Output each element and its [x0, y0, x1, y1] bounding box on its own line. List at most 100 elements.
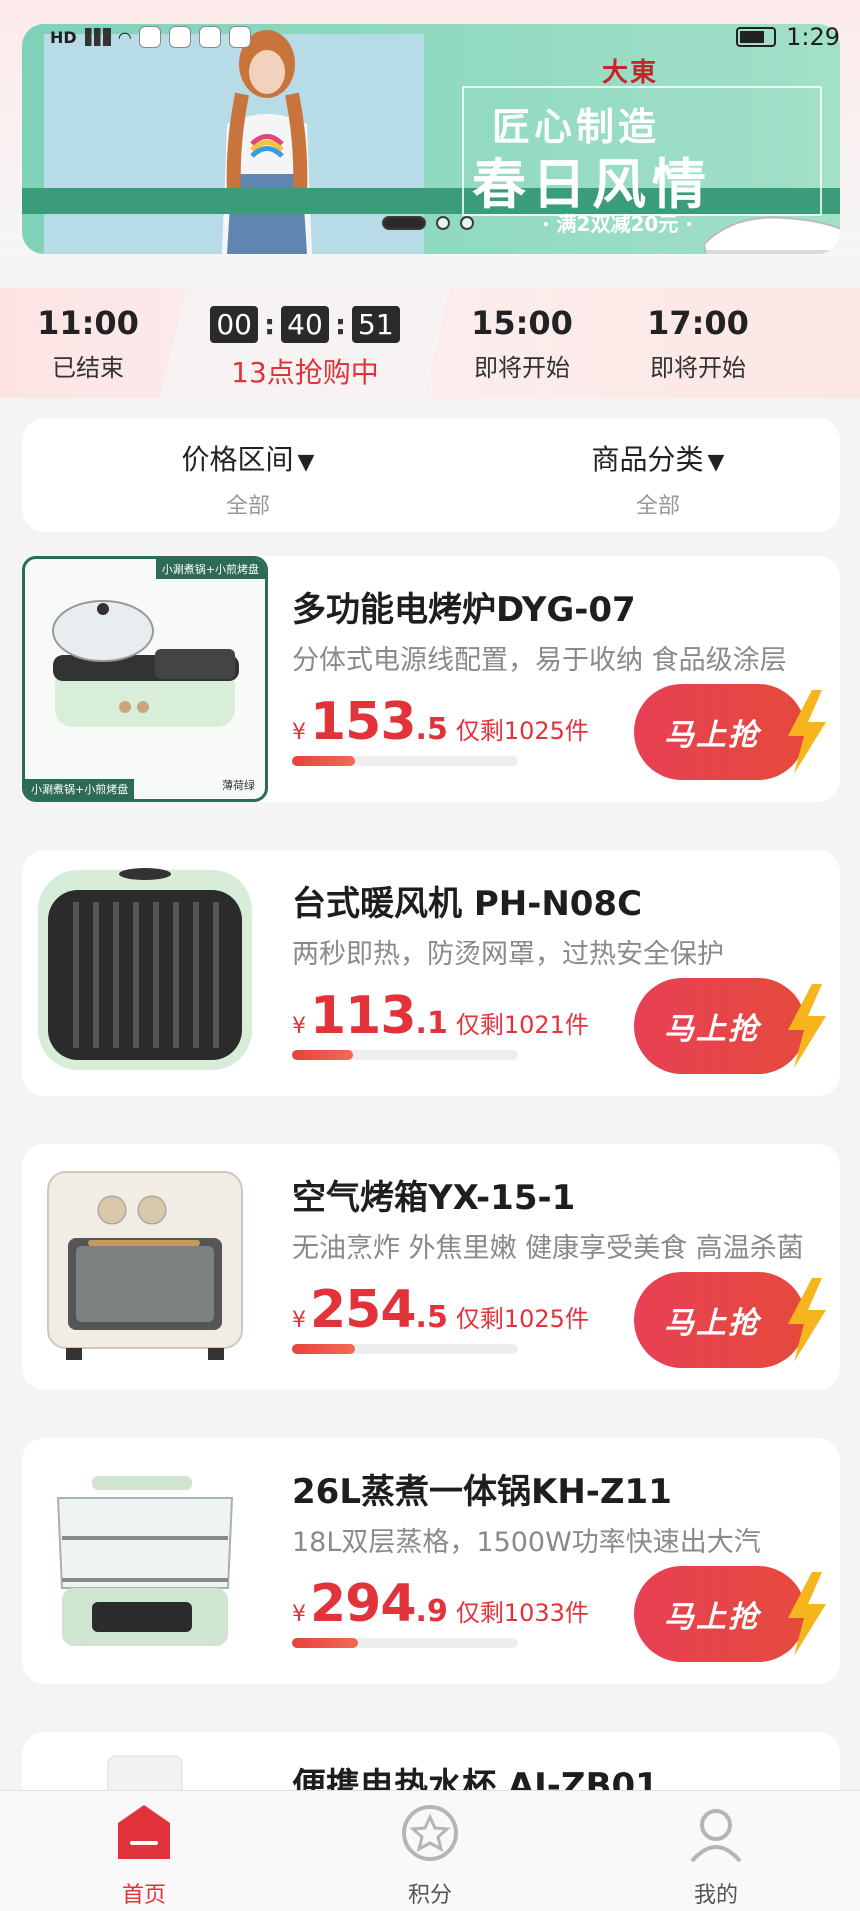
- price-currency: ¥: [292, 1308, 306, 1333]
- filter-value: 全部: [635, 494, 680, 519]
- user-icon: [690, 1809, 742, 1863]
- heater-image: [38, 868, 252, 1070]
- tab-me[interactable]: 我的: [646, 1803, 786, 1909]
- home-icon: [118, 1805, 170, 1859]
- countdown-colon: :: [263, 308, 276, 341]
- sale-progress-bar: [292, 756, 518, 766]
- caret-down-icon: ▼: [297, 450, 315, 475]
- product-title[interactable]: 多功能电烤炉DYG-07: [292, 582, 636, 631]
- time-slot-time: 15:00: [471, 304, 573, 342]
- app-notification-icon: [228, 26, 251, 48]
- filter-label: 商品分类: [591, 443, 704, 476]
- tab-points[interactable]: 积分: [360, 1803, 500, 1909]
- banner-brand: 大東: [602, 58, 659, 88]
- status-bar: HD ◠ 1:29: [50, 22, 840, 52]
- price-integer: 153: [310, 692, 417, 752]
- buy-now-button[interactable]: 马上抢: [634, 978, 830, 1074]
- price-integer: 294: [310, 1574, 417, 1634]
- product-card[interactable]: 空气烤箱YX-15-1 无油烹炸 外焦里嫩 健康享受美食 高温杀菌 ¥ 254 …: [22, 1144, 840, 1390]
- tab-label: 积分: [407, 1883, 452, 1908]
- bottom-tab-bar: 首页 积分 我的: [0, 1790, 860, 1911]
- sale-progress-fill: [292, 1638, 358, 1648]
- price-currency: ¥: [292, 1602, 306, 1627]
- price-decimal: .1: [415, 1006, 448, 1041]
- price-decimal: .5: [415, 1300, 448, 1335]
- lightning-icon: [788, 690, 826, 774]
- lightning-icon: [788, 1278, 826, 1362]
- banner-dot[interactable]: [382, 216, 426, 230]
- buy-now-button[interactable]: 马上抢: [634, 1566, 830, 1662]
- countdown-seconds: 51: [352, 306, 400, 343]
- product-image: [22, 1438, 268, 1684]
- price-range-filter[interactable]: 价格区间 ▼ 全部: [118, 438, 378, 520]
- app-notification-icon: [198, 26, 221, 48]
- battery-icon: [736, 27, 777, 47]
- steamer-image: [56, 1476, 234, 1646]
- countdown-timer: 00 : 40 : 51: [160, 306, 450, 343]
- product-title[interactable]: 26L蒸煮一体锅KH-Z11: [292, 1464, 672, 1513]
- banner-pagination: [382, 216, 474, 230]
- time-slot-1500[interactable]: 15:00 即将开始: [452, 288, 592, 398]
- signal-icon: [84, 28, 111, 46]
- app-notification-icon: [168, 26, 191, 48]
- product-title[interactable]: 空气烤箱YX-15-1: [292, 1170, 575, 1219]
- time-slot-status: 即将开始: [650, 354, 746, 382]
- sale-progress-bar: [292, 1050, 518, 1060]
- product-title[interactable]: 台式暖风机 PH-N08C: [292, 876, 642, 925]
- time-slot-active[interactable]: 00 : 40 : 51 13点抢购中: [160, 288, 450, 398]
- product-desc: 两秒即热，防烫网罩，过热安全保护: [292, 939, 724, 970]
- tab-label: 我的: [693, 1883, 738, 1908]
- countdown-hours: 00: [210, 306, 258, 343]
- product-price: ¥ 113 .1 仅剩1021件: [292, 986, 589, 1046]
- lightning-icon: [788, 1572, 826, 1656]
- category-filter[interactable]: 商品分类 ▼ 全部: [528, 438, 788, 520]
- air-oven-image: [47, 1171, 243, 1360]
- buy-now-label: 马上抢: [634, 1566, 806, 1662]
- active-slot-status: 13点抢购中: [231, 356, 379, 389]
- product-price: ¥ 254 .5 仅剩1025件: [292, 1280, 589, 1340]
- product-image: 小涮煮锅+小煎烤盘 小涮煮锅+小煎烤盘 薄荷绿: [22, 556, 268, 802]
- filter-label: 价格区间: [181, 443, 294, 476]
- product-price: ¥ 153 .5 仅剩1025件: [292, 692, 589, 752]
- buy-now-button[interactable]: 马上抢: [634, 684, 830, 780]
- hd-badge: HD: [50, 27, 77, 47]
- promo-banner[interactable]: 大東 匠心制造 春日风情 · 满2双减20元 ·: [22, 24, 840, 254]
- sale-progress-fill: [292, 1344, 356, 1354]
- sale-progress-fill: [292, 756, 356, 766]
- time-slot-time: 17:00: [647, 304, 749, 342]
- tab-home[interactable]: 首页: [74, 1803, 214, 1909]
- status-time: 1:29: [786, 23, 840, 51]
- time-slot-time: 11:00: [37, 304, 139, 342]
- filter-bar: 价格区间 ▼ 全部 商品分类 ▼ 全部: [22, 418, 840, 532]
- countdown-colon: :: [334, 308, 347, 341]
- buy-now-label: 马上抢: [634, 684, 806, 780]
- product-desc: 18L双层蒸格，1500W功率快速出大汽: [292, 1527, 761, 1558]
- product-desc: 无油烹炸 外焦里嫩 健康享受美食 高温杀菌: [292, 1233, 804, 1264]
- time-slot-1100[interactable]: 11:00 已结束: [18, 288, 158, 398]
- banner-dot[interactable]: [436, 216, 450, 230]
- stock-remaining: 仅剩1021件: [455, 1011, 589, 1039]
- flash-sale-time-tabs: 11:00 已结束 00 : 40 : 51 13点抢购中 15:00 即将开始…: [0, 288, 860, 398]
- sale-progress-fill: [292, 1050, 354, 1060]
- product-price: ¥ 294 .9 仅剩1033件: [292, 1574, 589, 1634]
- price-decimal: .9: [415, 1594, 448, 1629]
- price-integer: 113: [310, 986, 417, 1046]
- star-icon: [402, 1805, 458, 1861]
- product-color-label: 薄荷绿: [222, 779, 255, 792]
- product-card[interactable]: 台式暖风机 PH-N08C 两秒即热，防烫网罩，过热安全保护 ¥ 113 .1 …: [22, 850, 840, 1096]
- countdown-minutes: 40: [281, 306, 329, 343]
- buy-now-label: 马上抢: [634, 978, 806, 1074]
- sale-progress-bar: [292, 1638, 518, 1648]
- time-slot-1700[interactable]: 17:00 即将开始: [628, 288, 768, 398]
- stock-remaining: 仅剩1025件: [455, 717, 589, 745]
- product-card[interactable]: 26L蒸煮一体锅KH-Z11 18L双层蒸格，1500W功率快速出大汽 ¥ 29…: [22, 1438, 840, 1684]
- banner-model-image: [222, 30, 312, 254]
- buy-now-label: 马上抢: [634, 1272, 806, 1368]
- product-card[interactable]: 小涮煮锅+小煎烤盘 小涮煮锅+小煎烤盘 薄荷绿 多功能电烤炉DYG-07 分体式…: [22, 556, 840, 802]
- app-notification-icon: [138, 26, 161, 48]
- banner-dot[interactable]: [460, 216, 474, 230]
- status-left: HD ◠: [50, 26, 251, 48]
- product-image-tag: 小涮煮锅+小煎烤盘: [155, 559, 265, 579]
- stock-remaining: 仅剩1033件: [455, 1599, 589, 1627]
- buy-now-button[interactable]: 马上抢: [634, 1272, 830, 1368]
